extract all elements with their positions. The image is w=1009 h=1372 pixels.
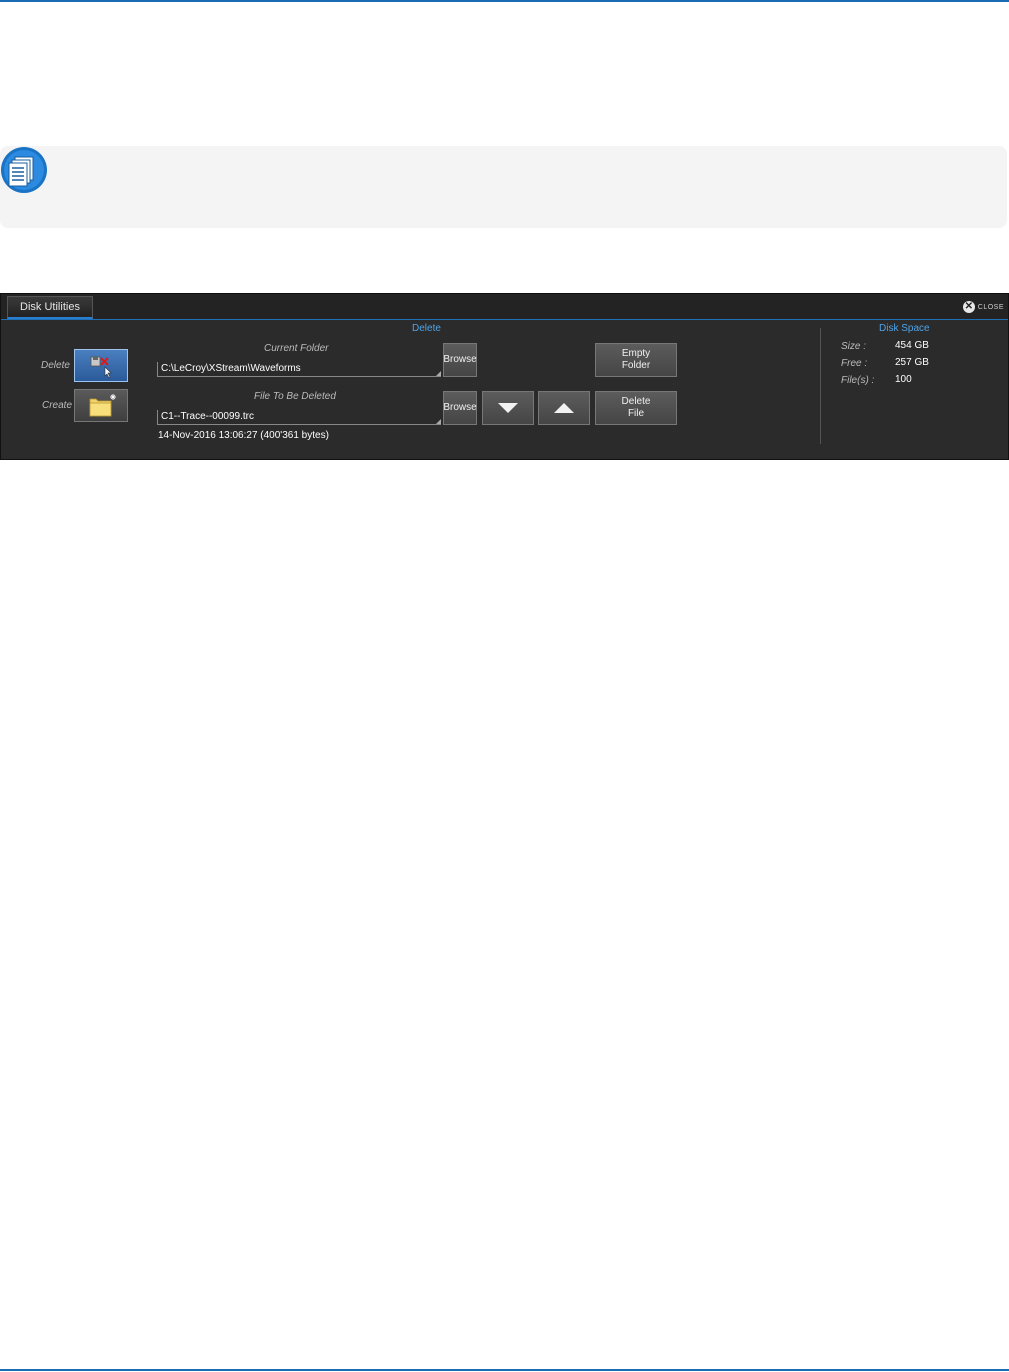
file-info: 14-Nov-2016 13:06:27 (400'361 bytes) — [158, 430, 329, 441]
tab-bar: Disk Utilities ✕ CLOSE — [1, 294, 1008, 320]
files-value: 100 — [895, 374, 912, 385]
empty-folder-button[interactable]: Empty Folder — [595, 343, 677, 377]
tab-disk-utilities[interactable]: Disk Utilities — [7, 296, 93, 319]
current-folder-field[interactable]: C:\LeCroy\XStream\Waveforms — [157, 362, 441, 377]
delete-tool-button[interactable] — [74, 349, 128, 382]
close-circle-icon: ✕ — [962, 301, 975, 313]
close-label: CLOSE — [977, 303, 1004, 311]
close-button[interactable]: ✕ CLOSE — [962, 299, 1004, 315]
file-to-delete-label: File To Be Deleted — [254, 391, 336, 402]
document-note-icon — [0, 146, 48, 194]
delete-file-button[interactable]: Delete File — [595, 391, 677, 425]
arrow-down-icon — [498, 403, 518, 413]
size-value: 454 GB — [895, 340, 929, 351]
current-folder-value: C:\LeCroy\XStream\Waveforms — [161, 363, 301, 374]
file-to-delete-value: C1--Trace--00099.trc — [161, 411, 254, 422]
delete-section-title: Delete — [412, 323, 441, 334]
arrow-up-icon — [554, 403, 574, 413]
create-tool-label: Create — [42, 400, 73, 411]
free-label: Free : — [841, 358, 868, 369]
browse-folder-button[interactable]: Browse — [443, 343, 477, 377]
disk-utilities-panel: Disk Utilities ✕ CLOSE Delete Create Del… — [0, 293, 1009, 460]
new-folder-icon — [89, 394, 116, 417]
note-box — [0, 146, 1007, 228]
field-corner-icon — [436, 419, 441, 424]
current-folder-label: Current Folder — [264, 343, 329, 354]
previous-file-button[interactable] — [538, 391, 590, 425]
free-value: 257 GB — [895, 357, 929, 368]
page-top-rule — [0, 0, 1009, 2]
page-bottom-rule — [0, 1369, 1009, 1371]
field-corner-icon — [436, 371, 441, 376]
delete-tool-label: Delete — [41, 360, 70, 371]
size-label: Size : — [841, 341, 867, 352]
section-divider — [820, 328, 821, 444]
create-tool-button[interactable] — [74, 389, 128, 422]
files-label: File(s) : — [841, 375, 875, 386]
next-file-button[interactable] — [482, 391, 534, 425]
disk-space-title: Disk Space — [879, 323, 930, 334]
file-to-delete-field[interactable]: C1--Trace--00099.trc — [157, 410, 441, 425]
browse-file-button[interactable]: Browse — [443, 391, 477, 425]
disk-delete-icon — [90, 356, 112, 379]
